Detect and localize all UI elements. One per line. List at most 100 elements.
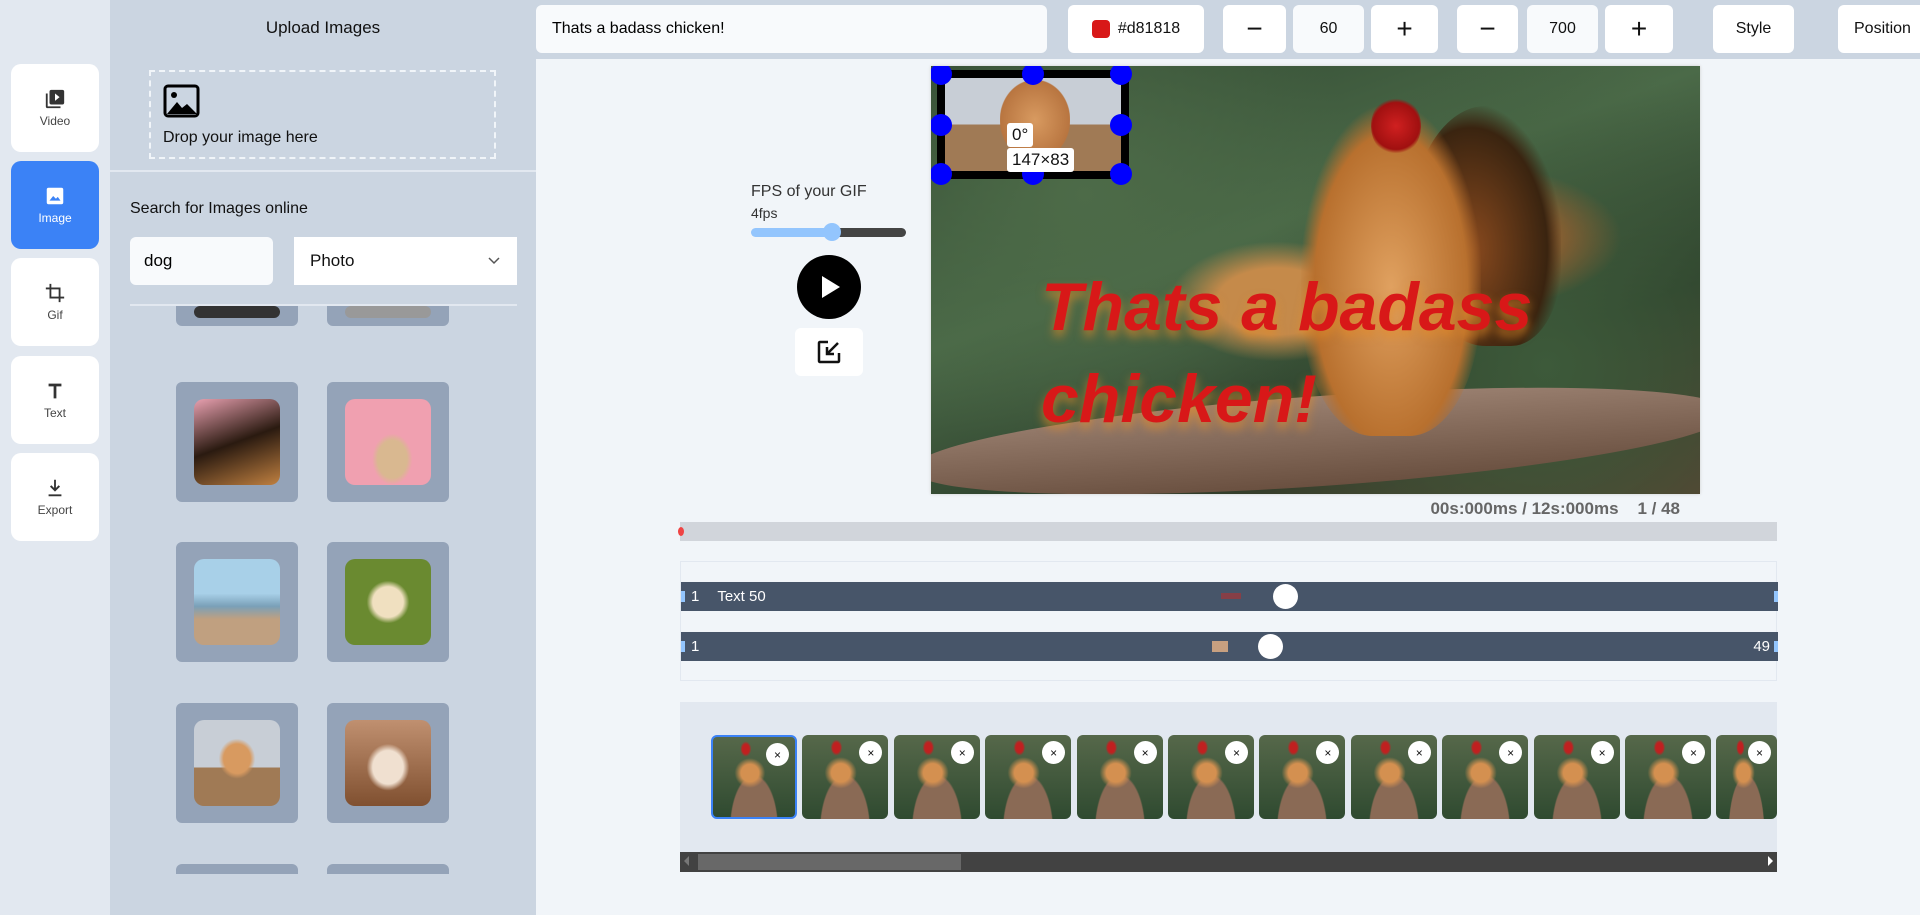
frame-thumbnail[interactable]: × bbox=[1716, 735, 1777, 819]
image-icon bbox=[163, 84, 200, 118]
rooster-comb bbox=[1371, 96, 1421, 156]
play-button[interactable] bbox=[797, 255, 861, 319]
frame-thumbnail[interactable]: × bbox=[1625, 735, 1711, 819]
open-external-button[interactable] bbox=[795, 328, 863, 376]
result-thumbnail bbox=[345, 399, 431, 485]
image-type-value: Photo bbox=[310, 251, 355, 270]
font-weight-increase-button[interactable]: + bbox=[1605, 5, 1673, 53]
frame-strip-scrollbar[interactable] bbox=[680, 852, 1777, 872]
timeline-scrubber[interactable] bbox=[680, 522, 1777, 541]
scroll-right-arrow[interactable] bbox=[1768, 856, 1773, 866]
delete-frame-button[interactable]: × bbox=[950, 741, 974, 764]
delete-frame-button[interactable]: × bbox=[1747, 741, 1771, 764]
track-end-handle[interactable] bbox=[1774, 591, 1778, 602]
frame-thumbnail[interactable]: × bbox=[1076, 735, 1163, 819]
frame-thumbnail[interactable]: × bbox=[1533, 735, 1620, 819]
text-layer-track[interactable]: 1 Text 50 bbox=[681, 582, 1778, 611]
image-result[interactable] bbox=[327, 864, 449, 874]
play-icon bbox=[822, 276, 840, 298]
frame-thumbnail[interactable]: × bbox=[711, 735, 797, 819]
delete-frame-button[interactable]: × bbox=[1133, 741, 1157, 764]
image-layer-track[interactable]: 1 49 bbox=[681, 632, 1778, 661]
download-icon bbox=[48, 479, 62, 497]
rail-export-button[interactable]: Export bbox=[11, 453, 99, 541]
text-layer-thumbnail bbox=[1221, 593, 1241, 599]
frame-thumbnail[interactable]: × bbox=[1259, 735, 1346, 819]
frame-thumbnail[interactable]: × bbox=[1350, 735, 1437, 819]
divider bbox=[110, 170, 536, 172]
crop-icon bbox=[45, 283, 65, 303]
result-thumbnail bbox=[194, 306, 280, 318]
frame-thumbnail[interactable]: × bbox=[985, 735, 1072, 819]
delete-frame-button[interactable]: × bbox=[1590, 741, 1614, 764]
rail-image-label: Image bbox=[38, 211, 72, 225]
playhead[interactable] bbox=[678, 527, 684, 536]
image-result[interactable] bbox=[176, 703, 298, 823]
image-result[interactable] bbox=[176, 542, 298, 662]
resize-handle[interactable] bbox=[1110, 163, 1132, 185]
delete-frame-button[interactable]: × bbox=[1316, 741, 1340, 764]
image-result[interactable] bbox=[176, 864, 298, 874]
image-dropzone[interactable]: Drop your image here bbox=[149, 70, 496, 159]
gif-preview-canvas[interactable]: Thats a badass chicken! 0° 147×83 bbox=[931, 66, 1700, 494]
frame-counter: 1 / 48 bbox=[1637, 499, 1680, 518]
frame-thumbnail[interactable]: × bbox=[893, 735, 980, 819]
result-thumbnail bbox=[194, 399, 280, 485]
track-start-frame: 1 bbox=[691, 638, 700, 655]
delete-frame-button[interactable]: × bbox=[1225, 741, 1248, 764]
open-in-new-icon bbox=[817, 340, 841, 364]
rail-video-button[interactable]: Video bbox=[11, 64, 99, 152]
image-panel: Upload Images Drop your image here Searc… bbox=[110, 0, 536, 915]
track-start-handle[interactable] bbox=[681, 591, 685, 602]
scrollbar-thumb[interactable] bbox=[698, 854, 961, 870]
track-start-handle[interactable] bbox=[681, 641, 685, 652]
font-size-decrease-button[interactable]: − bbox=[1223, 5, 1286, 53]
resize-handle[interactable] bbox=[931, 163, 952, 185]
frame-thumbnail[interactable]: × bbox=[1168, 735, 1254, 819]
result-thumbnail bbox=[345, 306, 431, 318]
image-result[interactable] bbox=[327, 703, 449, 823]
rail-text-button[interactable]: Text bbox=[11, 356, 99, 444]
image-result[interactable] bbox=[327, 542, 449, 662]
rail-image-button[interactable]: Image bbox=[11, 161, 99, 249]
image-result[interactable] bbox=[176, 382, 298, 502]
delete-frame-button[interactable]: × bbox=[1682, 741, 1705, 764]
search-input[interactable] bbox=[130, 237, 273, 285]
rail-text-label: Text bbox=[43, 406, 66, 420]
style-button[interactable]: Style bbox=[1713, 5, 1794, 53]
resize-handle[interactable] bbox=[1110, 114, 1132, 136]
track-end-handle[interactable] bbox=[1774, 641, 1778, 652]
dropzone-label: Drop your image here bbox=[163, 129, 318, 146]
rail-gif-button[interactable]: Gif bbox=[11, 258, 99, 346]
rail-gif-label: Gif bbox=[47, 308, 63, 322]
font-weight-decrease-button[interactable]: − bbox=[1457, 5, 1518, 53]
image-result[interactable] bbox=[327, 306, 449, 326]
delete-frame-button[interactable]: × bbox=[1499, 741, 1523, 764]
font-size-increase-button[interactable]: + bbox=[1371, 5, 1438, 53]
position-button[interactable]: Position bbox=[1838, 5, 1920, 53]
fps-slider-handle[interactable] bbox=[823, 223, 841, 241]
track-drag-handle[interactable] bbox=[1258, 634, 1283, 659]
image-layer-thumbnail bbox=[1212, 641, 1228, 652]
frame-thumbnail[interactable]: × bbox=[802, 735, 889, 819]
font-size-value[interactable]: 60 bbox=[1293, 5, 1364, 53]
image-type-select[interactable]: Photo bbox=[294, 237, 517, 285]
scroll-left-arrow[interactable] bbox=[684, 856, 689, 866]
image-result[interactable] bbox=[327, 382, 449, 502]
fps-label: FPS of your GIF bbox=[751, 183, 867, 200]
caption-overlay-text[interactable]: Thats a badass chicken! bbox=[1041, 261, 1700, 445]
delete-frame-button[interactable]: × bbox=[1042, 741, 1066, 764]
frame-thumbnail[interactable]: × bbox=[1442, 735, 1529, 819]
resize-handle[interactable] bbox=[931, 114, 952, 136]
result-thumbnail bbox=[345, 559, 431, 645]
font-weight-value[interactable]: 700 bbox=[1527, 5, 1598, 53]
tool-rail: Video Image Gif Text Export bbox=[0, 0, 110, 915]
track-drag-handle[interactable] bbox=[1273, 584, 1298, 609]
layer-tracks: 1 Text 50 1 49 bbox=[680, 561, 1778, 681]
delete-frame-button[interactable]: × bbox=[859, 741, 883, 764]
delete-frame-button[interactable]: × bbox=[766, 743, 789, 766]
delete-frame-button[interactable]: × bbox=[1407, 741, 1431, 764]
caption-text-input[interactable] bbox=[536, 5, 1047, 53]
image-result[interactable] bbox=[176, 306, 298, 326]
color-picker-button[interactable]: #d81818 bbox=[1068, 5, 1204, 53]
